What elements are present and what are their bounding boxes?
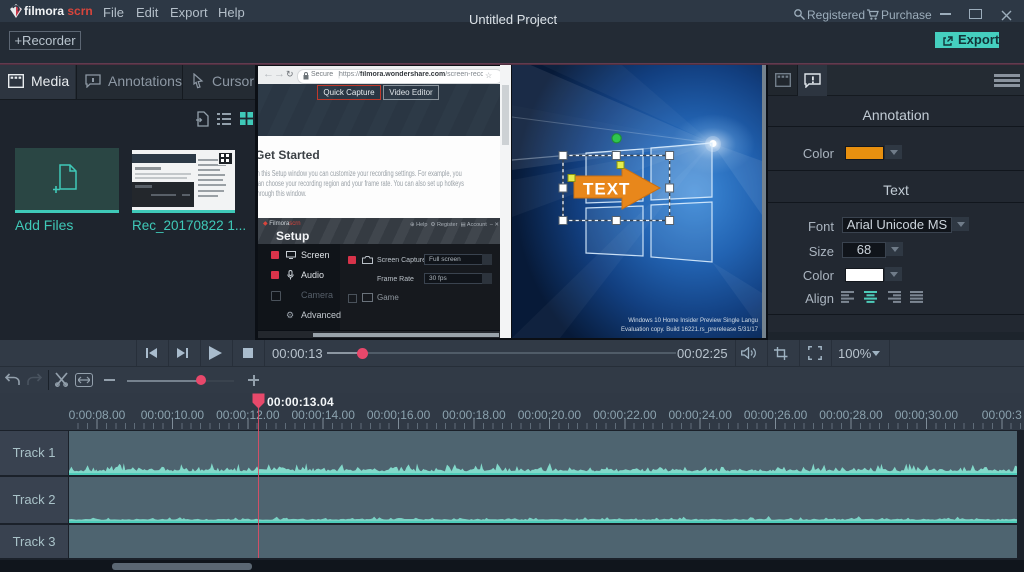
- svg-text:Windows 10 Home Insider Previe: Windows 10 Home Insider Preview Single L…: [628, 318, 758, 324]
- svg-text:TEXT: TEXT: [583, 180, 630, 199]
- svg-text:Evaluation copy. Build 16221.r: Evaluation copy. Build 16221.rs_prerelea…: [621, 327, 759, 333]
